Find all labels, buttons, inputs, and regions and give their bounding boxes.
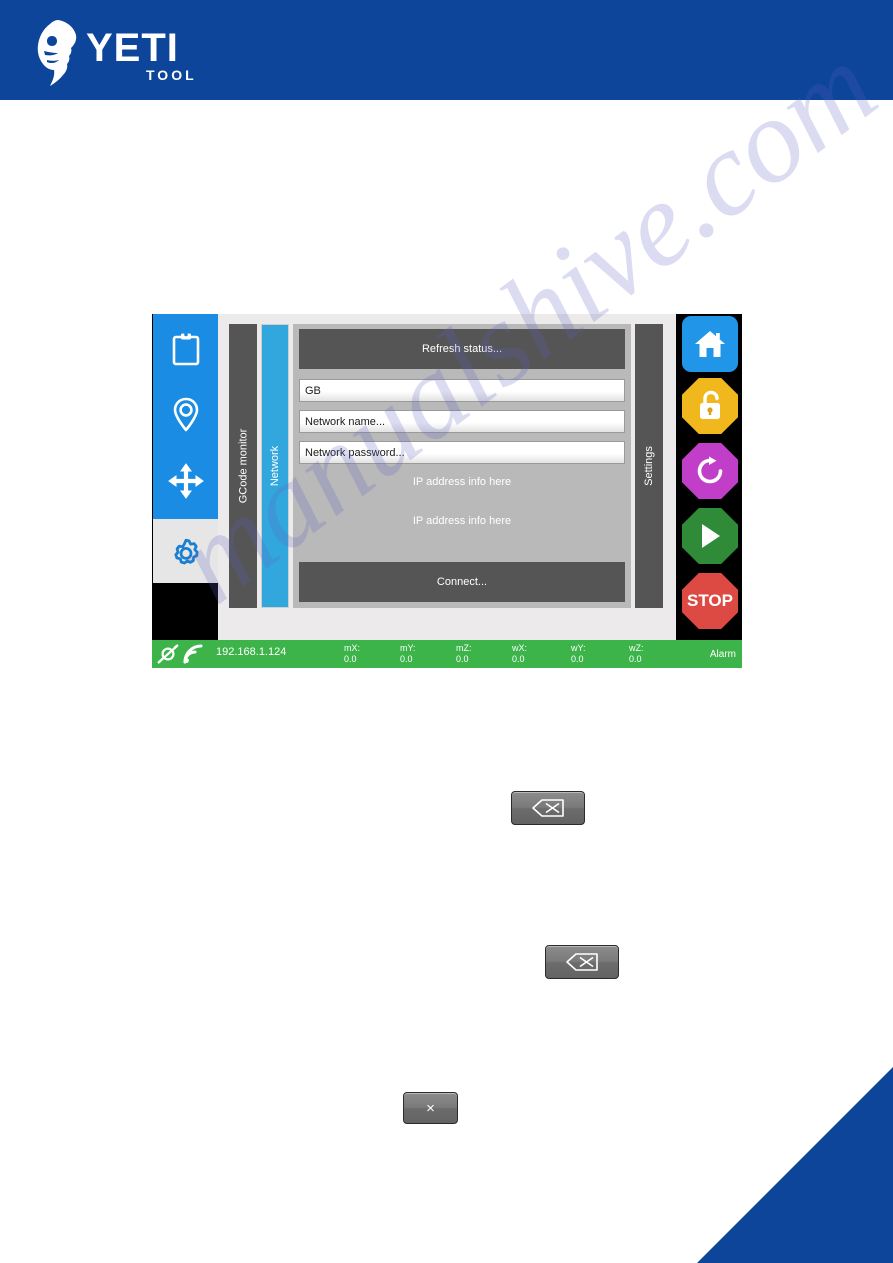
tab-gcode-monitor-label: GCode monitor bbox=[237, 428, 249, 504]
ip-info-line-2: IP address info here bbox=[412, 515, 512, 527]
coord-wy: wY: 0.0 bbox=[571, 643, 586, 665]
backspace-icon bbox=[532, 799, 564, 817]
reset-button[interactable] bbox=[682, 443, 738, 499]
device-screen-body: GCode monitor Network Settings Refresh s… bbox=[152, 314, 742, 668]
tab-network-label: Network bbox=[269, 445, 281, 487]
sidebar-item-move[interactable] bbox=[153, 448, 218, 514]
page-header: YETI TOOL bbox=[0, 0, 893, 100]
clipboard-icon bbox=[172, 332, 199, 366]
sidebar-item-clipboard[interactable] bbox=[153, 316, 218, 382]
coord-mz-label: mZ: bbox=[456, 643, 472, 653]
panel-inner: GCode monitor Network Settings Refresh s… bbox=[229, 324, 665, 624]
network-content-area: Refresh status... GB Network name... Net… bbox=[293, 324, 631, 608]
coord-wy-value: 0.0 bbox=[571, 654, 584, 664]
tab-gcode-monitor[interactable]: GCode monitor bbox=[229, 324, 257, 608]
tab-network[interactable]: Network bbox=[261, 324, 289, 608]
main-panel: GCode monitor Network Settings Refresh s… bbox=[218, 314, 676, 640]
sidebar-item-location[interactable] bbox=[153, 382, 218, 448]
status-ip-address: 192.168.1.124 bbox=[216, 646, 287, 658]
brand-subtitle: TOOL bbox=[146, 67, 197, 83]
coord-wx-value: 0.0 bbox=[512, 654, 525, 664]
action-button-rail: STOP bbox=[676, 314, 742, 640]
tab-settings-label: Settings bbox=[643, 446, 655, 486]
home-button[interactable] bbox=[682, 316, 738, 372]
country-code-field[interactable]: GB bbox=[299, 379, 625, 402]
tab-settings[interactable]: Settings bbox=[635, 324, 663, 608]
corner-accent-triangle bbox=[697, 1067, 893, 1263]
refresh-icon bbox=[697, 456, 723, 484]
yeti-head-icon bbox=[28, 18, 90, 88]
coord-mz-value: 0.0 bbox=[456, 654, 469, 664]
unlock-icon bbox=[700, 390, 720, 419]
close-key[interactable]: × bbox=[403, 1092, 458, 1124]
coord-mx: mX: 0.0 bbox=[344, 643, 360, 665]
plug-icon bbox=[157, 644, 179, 664]
status-bar: 192.168.1.124 mX: 0.0 mY: 0.0 mZ: 0.0 wX… bbox=[152, 640, 742, 668]
coord-my-label: mY: bbox=[400, 643, 416, 653]
gear-icon bbox=[173, 538, 198, 565]
coord-mx-label: mX: bbox=[344, 643, 361, 653]
device-screenshot: GCode monitor Network Settings Refresh s… bbox=[152, 314, 742, 668]
play-button[interactable] bbox=[682, 508, 738, 564]
coord-my: mY: 0.0 bbox=[400, 643, 416, 665]
coord-my-value: 0.0 bbox=[400, 654, 413, 664]
coord-wz-value: 0.0 bbox=[629, 654, 642, 664]
coord-wz-label: wZ: bbox=[629, 643, 644, 653]
backspace-key-2[interactable] bbox=[545, 945, 619, 979]
brand-logo: YETI TOOL bbox=[28, 16, 208, 88]
stop-button[interactable]: STOP bbox=[682, 573, 738, 629]
connect-button[interactable]: Connect... bbox=[299, 562, 625, 602]
coord-wz: wZ: 0.0 bbox=[629, 643, 644, 665]
coord-mx-value: 0.0 bbox=[344, 654, 357, 664]
network-password-input[interactable]: Network password... bbox=[299, 441, 625, 464]
backspace-icon bbox=[566, 953, 598, 971]
backspace-key-1[interactable] bbox=[511, 791, 585, 825]
brand-name: YETI bbox=[86, 26, 179, 70]
location-pin-icon bbox=[173, 397, 198, 432]
play-icon bbox=[702, 524, 720, 548]
coord-wx-label: wX: bbox=[512, 643, 528, 653]
unlock-button[interactable] bbox=[682, 378, 738, 434]
close-icon: × bbox=[426, 1099, 435, 1117]
move-arrows-icon bbox=[167, 463, 204, 499]
ip-info-line-1: IP address info here bbox=[412, 476, 512, 488]
sidebar-rail bbox=[153, 314, 218, 640]
stop-button-label: STOP bbox=[687, 591, 733, 610]
status-bar-icons bbox=[157, 643, 213, 665]
coord-wy-label: wY: bbox=[571, 643, 586, 653]
network-name-input[interactable]: Network name... bbox=[299, 410, 625, 433]
wifi-icon bbox=[183, 644, 203, 664]
sidebar-item-settings[interactable] bbox=[153, 521, 218, 587]
coord-mz: mZ: 0.0 bbox=[456, 643, 472, 665]
sidebar-empty-area bbox=[153, 583, 218, 640]
coord-wx: wX: 0.0 bbox=[512, 643, 527, 665]
home-icon bbox=[695, 331, 725, 357]
refresh-status-button[interactable]: Refresh status... bbox=[299, 329, 625, 369]
status-badge: Alarm bbox=[709, 649, 736, 660]
